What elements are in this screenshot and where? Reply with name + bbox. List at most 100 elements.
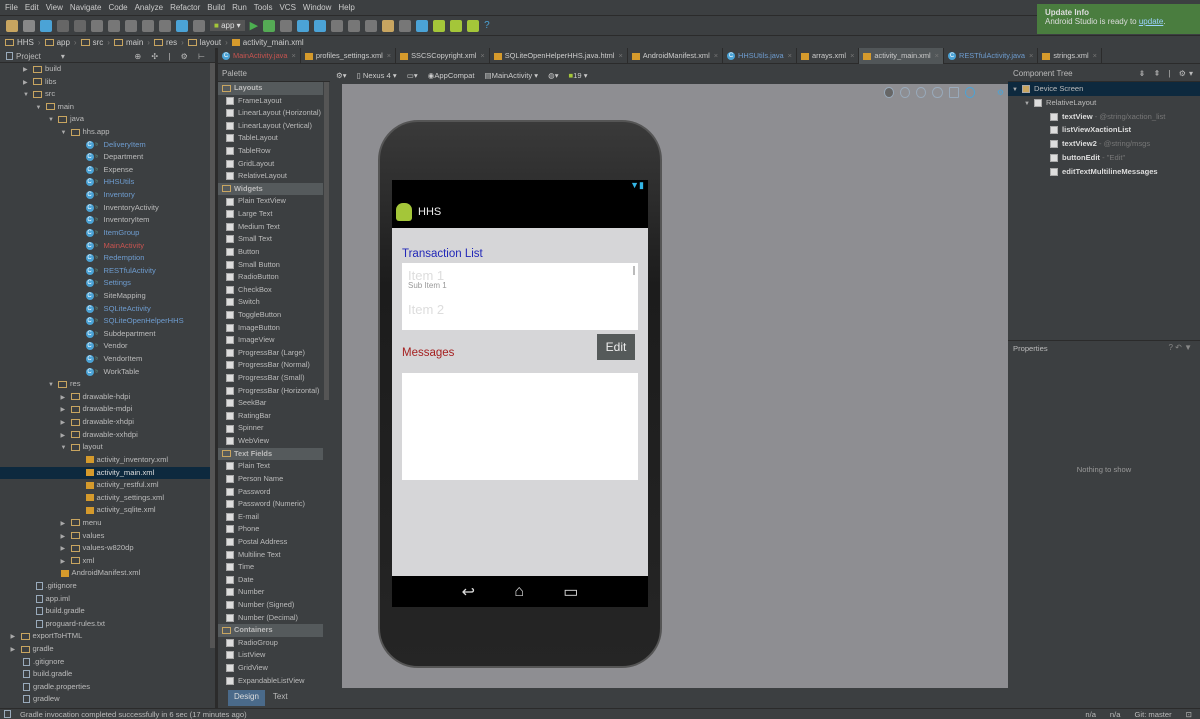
project-panel-tools[interactable]: ⊕ ✣ | ⚙ ⊢	[134, 52, 215, 61]
palette-item[interactable]: FrameLayout	[218, 95, 323, 108]
palette-item[interactable]: ListView	[218, 649, 323, 662]
transaction-listview[interactable]: Item 1 Sub Item 1 Item 2	[402, 263, 638, 330]
editor-tab[interactable]: C MainActivity.java ×	[218, 48, 301, 64]
tree-item[interactable]: .gitignore	[0, 656, 210, 669]
menu-edit[interactable]: Edit	[23, 3, 44, 12]
palette-item[interactable]: Number (Signed)	[218, 599, 323, 612]
debug-icon[interactable]	[263, 19, 276, 32]
palette-item[interactable]: GridView	[218, 662, 323, 675]
palette-item[interactable]: ProgressBar (Small)	[218, 372, 323, 385]
palette-item[interactable]: ExpandableListView	[218, 675, 323, 688]
palette-item[interactable]: E-mail	[218, 511, 323, 524]
messages-multiline-edittext[interactable]	[402, 373, 638, 480]
palette-item[interactable]: RatingBar	[218, 410, 323, 423]
palette-item[interactable]: TableLayout	[218, 132, 323, 145]
tree-item[interactable]: gradlew	[0, 693, 210, 706]
palette-item[interactable]: RadioGroup	[218, 637, 323, 650]
tree-item[interactable]: Cᵇ SQLiteOpenHelperHHS	[0, 315, 210, 328]
tool-windows-icon[interactable]	[4, 710, 11, 718]
close-tab-icon[interactable]: ×	[480, 48, 484, 64]
tree-item[interactable]: Cᵇ ItemGroup	[0, 227, 210, 240]
tree-item[interactable]: proguard-rules.txt	[0, 618, 210, 631]
close-tab-icon[interactable]: ×	[1093, 48, 1097, 64]
editor-tab[interactable]: arrays.xml ×	[797, 48, 860, 64]
component-node[interactable]: ▼ Device Screen	[1008, 82, 1200, 96]
forward-icon[interactable]	[193, 19, 205, 32]
tree-item[interactable]: Cᵇ InventoryActivity	[0, 202, 210, 215]
tree-item[interactable]: ▼ hhs.app	[0, 126, 210, 139]
tree-item[interactable]: AndroidManifest.xml	[0, 567, 210, 580]
tree-item[interactable]: app.iml	[0, 593, 210, 606]
refresh-icon[interactable]	[964, 86, 975, 98]
tree-item[interactable]: ▶ drawable-xxhdpi	[0, 429, 210, 442]
palette-item[interactable]: ProgressBar (Large)	[218, 347, 323, 360]
canvas-settings-icon[interactable]: ⚙	[997, 88, 1004, 97]
editor-tab[interactable]: SSCSCopyright.xml ×	[396, 48, 490, 64]
tree-item[interactable]: gradle.properties	[0, 681, 210, 694]
breadcrumb-item[interactable]: src	[80, 38, 103, 47]
attach-icon[interactable]	[280, 19, 293, 32]
tree-item[interactable]: Cᵇ Redemption	[0, 252, 210, 265]
sync-icon[interactable]	[40, 19, 52, 32]
tree-item[interactable]: Cᵇ DeliveryItem	[0, 139, 210, 152]
tree-item[interactable]: ▼ main	[0, 101, 210, 114]
tree-item[interactable]: activity_inventory.xml	[0, 454, 210, 467]
close-tab-icon[interactable]: ×	[850, 48, 854, 64]
history-icon[interactable]	[348, 19, 361, 32]
tree-item[interactable]: Cᵇ WorkTable	[0, 366, 210, 379]
breadcrumb-item[interactable]: app	[44, 38, 70, 47]
tree-item[interactable]: ▼ java	[0, 113, 210, 126]
tree-item[interactable]: Cᵇ SiteMapping	[0, 290, 210, 303]
vcs-icon[interactable]	[331, 19, 344, 32]
expand-down-icon[interactable]: ▼	[1012, 84, 1022, 98]
activity-select[interactable]: ▤MainActivity ▾	[484, 71, 538, 80]
palette-item[interactable]: Postal Address	[218, 536, 323, 549]
edit-button[interactable]: Edit	[597, 334, 635, 360]
android-monitor-icon[interactable]	[467, 19, 480, 32]
palette-item[interactable]: Phone	[218, 523, 323, 536]
editor-tab[interactable]: AndroidManifest.xml ×	[628, 48, 724, 64]
palette-item[interactable]: Switch	[218, 296, 323, 309]
menu-file[interactable]: File	[3, 3, 23, 12]
close-tab-icon[interactable]: ×	[292, 48, 296, 64]
tree-item[interactable]: Cᵇ Department	[0, 151, 210, 164]
redo-icon[interactable]	[74, 19, 86, 32]
tree-item[interactable]: Cᵇ SQLiteActivity	[0, 303, 210, 316]
menu-help[interactable]: Help	[336, 3, 359, 12]
tree-item[interactable]: ▶ values	[0, 530, 210, 543]
palette-item[interactable]: Large Text	[218, 208, 323, 221]
tree-item[interactable]: ▶ drawable-hdpi	[0, 391, 210, 404]
tab-text[interactable]: Text	[267, 690, 294, 706]
component-node[interactable]: textView2 - @string/msgs	[1008, 137, 1200, 151]
help-icon[interactable]: ?	[484, 20, 490, 31]
gradle-sync-icon[interactable]	[416, 19, 429, 32]
palette-item[interactable]: Password (Numeric)	[218, 498, 323, 511]
tree-item[interactable]: Cᵇ InventoryItem	[0, 214, 210, 227]
palette-item[interactable]: TableRow	[218, 145, 323, 158]
replace-icon[interactable]	[159, 19, 171, 32]
tree-item[interactable]: activity_sqlite.xml	[0, 504, 210, 517]
palette-item[interactable]: ToggleButton	[218, 309, 323, 322]
close-tab-icon[interactable]: ×	[714, 48, 718, 64]
palette-item[interactable]: WebView	[218, 435, 323, 448]
menu-window[interactable]: Window	[301, 3, 336, 12]
project-view-select[interactable]: Project	[16, 52, 41, 61]
palette-item[interactable]: LinearLayout (Horizontal)	[218, 107, 323, 120]
close-tab-icon[interactable]: ×	[618, 48, 622, 64]
zoom-out-icon[interactable]	[932, 86, 943, 98]
menu-build[interactable]: Build	[205, 3, 230, 12]
palette-item[interactable]: Small Text	[218, 233, 323, 246]
device-select[interactable]: ▯ Nexus 4 ▾	[357, 71, 397, 80]
zoom-fit-icon[interactable]	[884, 86, 895, 98]
layout-settings-icon[interactable]: ⚙▾	[336, 71, 347, 80]
vcs-update-icon[interactable]	[297, 19, 310, 32]
tree-item[interactable]: activity_settings.xml	[0, 492, 210, 505]
menu-code[interactable]: Code	[106, 3, 132, 12]
zoom-in-icon[interactable]	[916, 86, 927, 98]
messages-label[interactable]: Messages	[402, 347, 454, 359]
settings-icon[interactable]	[399, 19, 412, 32]
tree-item[interactable]: Cᵇ MainActivity	[0, 240, 210, 253]
palette-item[interactable]: Button	[218, 246, 323, 259]
orientation-icon[interactable]: ▭▾	[407, 71, 418, 80]
tree-item[interactable]: ▼ res	[0, 378, 210, 391]
